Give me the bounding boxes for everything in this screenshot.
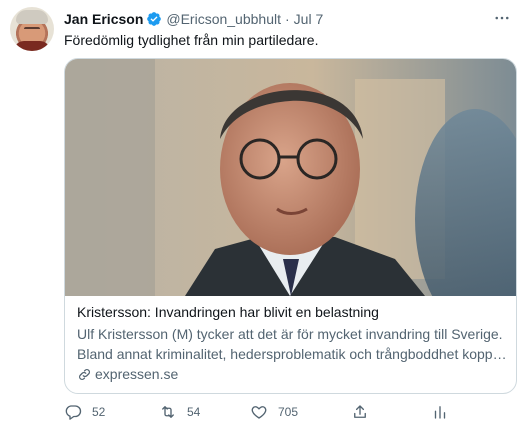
- tweet-time[interactable]: Jul 7: [294, 11, 324, 27]
- card-image: [65, 59, 516, 296]
- avatar-hair: [16, 10, 48, 24]
- like-icon: [251, 406, 267, 419]
- tweet[interactable]: Jan Ericson @Ericson_ubbhult · Jul 7 För…: [0, 0, 525, 434]
- like-count: 705: [278, 405, 299, 419]
- analytics-button[interactable]: [431, 403, 459, 421]
- card-body: Kristersson: Invandringen har blivit en …: [77, 303, 507, 384]
- link-icon: [79, 369, 90, 380]
- card-domain: expressen.se: [95, 366, 179, 382]
- retweet-button[interactable]: 54: [159, 403, 200, 421]
- more-icon[interactable]: [491, 8, 513, 28]
- reply-button[interactable]: 52: [64, 403, 105, 421]
- reply-count: 52: [92, 405, 106, 419]
- avatar-shirt: [14, 41, 50, 51]
- card-title: Kristersson: Invandringen har blivit en …: [77, 304, 379, 320]
- analytics-icon: [434, 406, 446, 419]
- like-button[interactable]: 705: [250, 403, 298, 421]
- verified-badge-icon: [146, 11, 162, 27]
- retweet-icon: [162, 406, 174, 418]
- retweet-count: 54: [187, 405, 201, 419]
- author-handle[interactable]: @Ericson_ubbhult: [166, 11, 281, 27]
- tweet-header: Jan Ericson @Ericson_ubbhult · Jul 7: [64, 9, 323, 29]
- separator-dot: ·: [285, 11, 290, 27]
- reply-icon: [65, 405, 82, 420]
- avatar[interactable]: [10, 7, 54, 51]
- card-description-line1: Ulf Kristersson (M) tycker att det är fö…: [77, 326, 503, 342]
- author-name[interactable]: Jan Ericson: [64, 11, 143, 27]
- tweet-text: Föredömlig tydlighet från min partiledar…: [64, 32, 319, 48]
- action-bar: 52 54 705: [64, 403, 484, 425]
- link-card[interactable]: Kristersson: Invandringen har blivit en …: [64, 58, 517, 394]
- card-domain-row: expressen.se: [77, 365, 507, 384]
- card-description-line2: Bland annat kriminalitet, hedersproblema…: [77, 346, 507, 362]
- share-icon: [354, 405, 366, 418]
- avatar-eyes: [24, 27, 40, 33]
- share-button[interactable]: [351, 403, 379, 421]
